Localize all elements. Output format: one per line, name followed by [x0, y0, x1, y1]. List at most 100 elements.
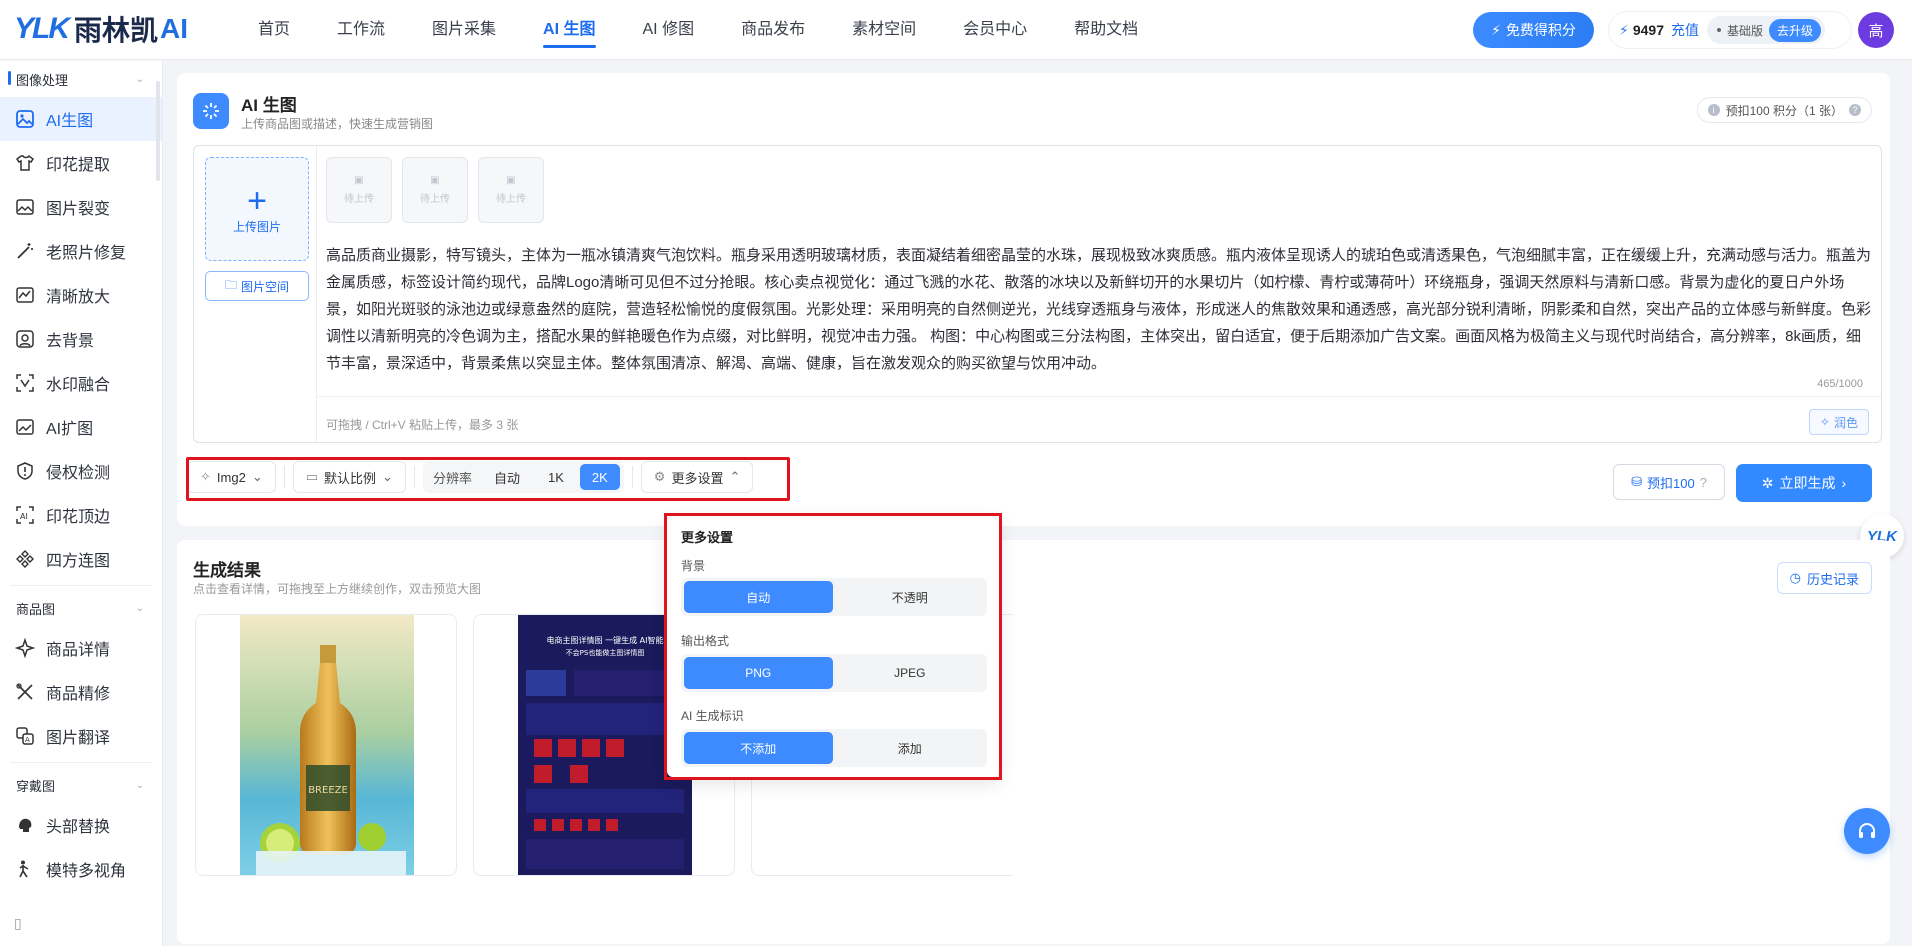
page-title: AI 生图: [241, 96, 297, 115]
group-label: 穿戴图: [16, 778, 56, 794]
brand-logo[interactable]: YLK 雨林凯 AI: [14, 12, 188, 46]
results-title: 生成结果: [193, 561, 261, 580]
image-icon: [14, 196, 36, 218]
help-icon[interactable]: ?: [1849, 104, 1861, 116]
nav-ai-retouch[interactable]: AI 修图: [643, 0, 695, 60]
generate-button[interactable]: ✲ 立即生成 ›: [1736, 464, 1872, 502]
sidebar-item-print-extract[interactable]: 印花提取: [0, 141, 162, 185]
sidebar-item-label: 模特多视角: [46, 863, 127, 880]
sidebar-item-label: AI生图: [46, 113, 94, 130]
sidebar-divider: [10, 585, 152, 586]
sidebar-item-label: 侵权检测: [46, 465, 111, 482]
headset-icon: [1859, 823, 1875, 838]
shirt-icon: [14, 152, 36, 174]
wand-icon: ✧: [1819, 415, 1830, 429]
nav-member-center[interactable]: 会员中心: [963, 0, 1027, 60]
main-nav: 首页 工作流 图片采集 AI 生图 AI 修图 商品发布 素材空间 会员中心 帮…: [258, 0, 1185, 60]
nav-material-space[interactable]: 素材空间: [852, 0, 916, 60]
nav-product-publish[interactable]: 商品发布: [741, 0, 805, 60]
sidebar-item-ai-generate[interactable]: AI生图: [0, 97, 162, 141]
dot-icon: [1717, 28, 1721, 32]
sidebar-divider: [10, 762, 152, 763]
person-icon: [14, 858, 36, 880]
sidebar-item-infringement[interactable]: 侵权检测: [0, 449, 162, 493]
svg-text:A: A: [25, 736, 30, 744]
results-panel: 生成结果 点击查看详情，可拖拽至上方继续创作，双击预览大图 ◷ 历史记录 BRE…: [177, 540, 1890, 944]
results-subtitle: 点击查看详情，可拖拽至上方继续创作，双击预览大图: [193, 582, 482, 596]
bolt-icon: ⚡: [1619, 21, 1629, 38]
history-label: 历史记录: [1806, 571, 1859, 587]
nav-help-docs[interactable]: 帮助文档: [1074, 0, 1138, 60]
editor-divider: [316, 146, 317, 442]
bottle-image: BREEZE: [240, 615, 414, 875]
sidebar-item-print-edge[interactable]: AI 印花顶边: [0, 493, 162, 537]
upload-hint: 可拖拽 / Ctrl+V 粘贴上传，最多 3 张: [326, 418, 519, 432]
upload-slot[interactable]: ▣ 待上传: [478, 157, 544, 223]
prompt-textarea[interactable]: 高品质商业摄影，特写镜头，主体为一瓶冰镇清爽气泡饮料。瓶身采用透明玻璃材质，表面…: [326, 242, 1871, 377]
support-button[interactable]: [1844, 808, 1890, 854]
sidebar-item-watermark[interactable]: 水印融合: [0, 361, 162, 405]
poster-headline: 电商主图详情图 一键生成 AI智能: [547, 635, 664, 645]
group-label: 商品图: [16, 601, 56, 617]
cost-estimate: i 预扣100 积分（1 张） ?: [1696, 97, 1872, 123]
polish-label: 润色: [1833, 415, 1858, 430]
avatar[interactable]: 高: [1858, 12, 1894, 48]
upload-slot[interactable]: ▣ 待上传: [326, 157, 392, 223]
sidebar-item-head-swap[interactable]: 头部替换: [0, 803, 162, 847]
info-icon: i: [1707, 104, 1720, 116]
image-placeholder-icon: ▣: [354, 175, 364, 186]
sidebar-item-photo-restore[interactable]: 老照片修复: [0, 229, 162, 273]
sidebar-item-image-variation[interactable]: 图片裂变: [0, 185, 162, 229]
sidebar-item-remove-bg[interactable]: 去背景: [0, 317, 162, 361]
image-space-button[interactable]: 🗀 图片空间: [205, 271, 309, 301]
plus-icon: +: [247, 181, 267, 220]
bottle-label: BREEZE: [308, 785, 348, 796]
sidebar-item-expand[interactable]: AI扩图: [0, 405, 162, 449]
recharge-link[interactable]: 充值: [1671, 20, 1699, 40]
database-icon: ⛁: [1631, 474, 1642, 489]
chevron-right-icon: ›: [1841, 475, 1847, 491]
upload-slot[interactable]: ▣ 待上传: [402, 157, 468, 223]
sidebar-item-label: 图片裂变: [46, 201, 111, 218]
free-points-button[interactable]: ⚡ 免费得积分: [1473, 12, 1594, 48]
sidebar-group-wear[interactable]: 穿戴图 ⌄: [0, 767, 162, 803]
sidebar-item-product-refine[interactable]: 商品精修: [0, 670, 162, 714]
sidebar-item-label: 印花提取: [46, 157, 111, 174]
chart-image-icon: [14, 284, 36, 306]
toolbar-highlight: [186, 457, 790, 501]
top-header: YLK 雨林凯 AI 首页 工作流 图片采集 AI 生图 AI 修图 商品发布 …: [0, 0, 1912, 60]
history-button[interactable]: ◷ 历史记录: [1776, 562, 1872, 594]
nav-ai-generate[interactable]: AI 生图: [543, 0, 596, 60]
precharge-button[interactable]: ⛁ 预扣100 ?: [1613, 464, 1725, 500]
image-placeholder-icon: ▣: [506, 175, 516, 186]
sidebar-group-image[interactable]: 图像处理 ⌄: [0, 61, 162, 97]
nav-image-collect[interactable]: 图片采集: [432, 0, 496, 60]
poster-subline: 不会PS也能做主图详情图: [566, 648, 645, 657]
sidebar-item-label: AI扩图: [46, 421, 94, 438]
sidebar-item-upscale[interactable]: 清晰放大: [0, 273, 162, 317]
head-icon: [14, 814, 36, 836]
nav-workflow[interactable]: 工作流: [337, 0, 385, 60]
sidebar-item-label: 图片翻译: [46, 730, 111, 747]
sidebar-group-product[interactable]: 商品图 ⌄: [0, 590, 162, 626]
sidebar-item-label: 头部替换: [46, 819, 111, 836]
brand-mark: YLK: [14, 12, 70, 45]
sidebar-item-seamless[interactable]: 四方连图: [0, 537, 162, 581]
cost-estimate-text: 预扣100 积分（1 张）: [1725, 103, 1843, 118]
result-thumbnail[interactable]: BREEZE: [195, 614, 457, 876]
phone-icon[interactable]: ▯: [14, 915, 22, 932]
sidebar-item-model-views[interactable]: 模特多视角: [0, 847, 162, 891]
upload-label: 上传图片: [232, 219, 281, 234]
spark-icon: [193, 93, 229, 129]
tier-badge: 基础版 去升级: [1707, 16, 1826, 44]
ai-image-icon: [14, 108, 36, 130]
group-label: 图像处理: [16, 72, 69, 88]
nav-home[interactable]: 首页: [258, 0, 290, 60]
sidebar-item-product-detail[interactable]: 商品详情: [0, 626, 162, 670]
upgrade-button[interactable]: 去升级: [1769, 18, 1822, 42]
upload-image-button[interactable]: + 上传图片: [205, 157, 309, 261]
polish-button[interactable]: ✧ 润色: [1808, 409, 1869, 435]
tools-icon: [14, 681, 36, 703]
spark-icon: ✲: [1761, 474, 1774, 491]
sidebar-item-image-translate[interactable]: A 图片翻译: [0, 714, 162, 758]
